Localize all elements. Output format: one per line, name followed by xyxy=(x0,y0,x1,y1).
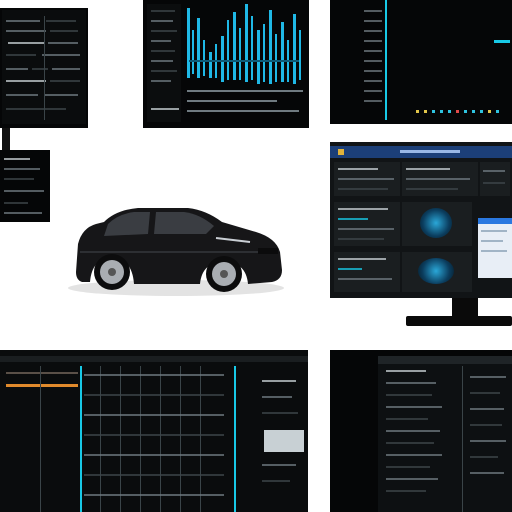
monitor-screen xyxy=(2,10,86,124)
monitor-bottom-right xyxy=(330,350,512,512)
dialog-window xyxy=(478,218,512,278)
monitor-top-center xyxy=(143,0,309,128)
monitor-top-left xyxy=(0,8,88,128)
gauge-icon xyxy=(418,258,454,284)
monitor-base xyxy=(406,316,512,326)
monitor-bottom-left xyxy=(0,350,308,512)
monitor-right-dashboard xyxy=(330,142,512,298)
monitor-stand xyxy=(452,298,478,316)
bar-graphic xyxy=(187,4,303,112)
monitor-stand xyxy=(2,128,10,150)
title-bar xyxy=(330,146,512,158)
monitor-top-right xyxy=(330,0,512,124)
monitor-left-small xyxy=(0,150,50,222)
gauge-icon xyxy=(420,208,452,238)
